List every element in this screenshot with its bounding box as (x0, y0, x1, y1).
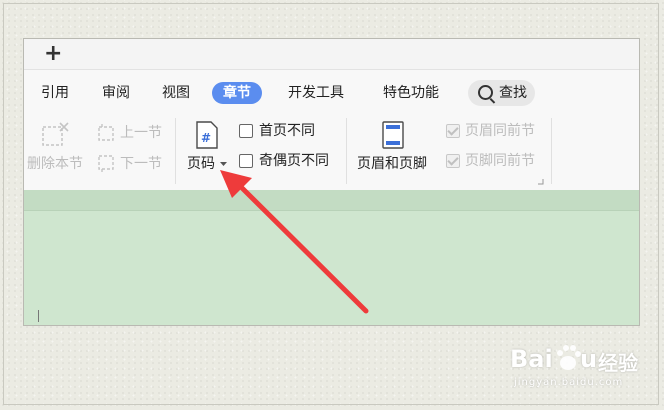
baidu-watermark: Bai u 经验 jingyan.baidu.com (510, 345, 638, 388)
paw-logo-icon (557, 345, 581, 370)
